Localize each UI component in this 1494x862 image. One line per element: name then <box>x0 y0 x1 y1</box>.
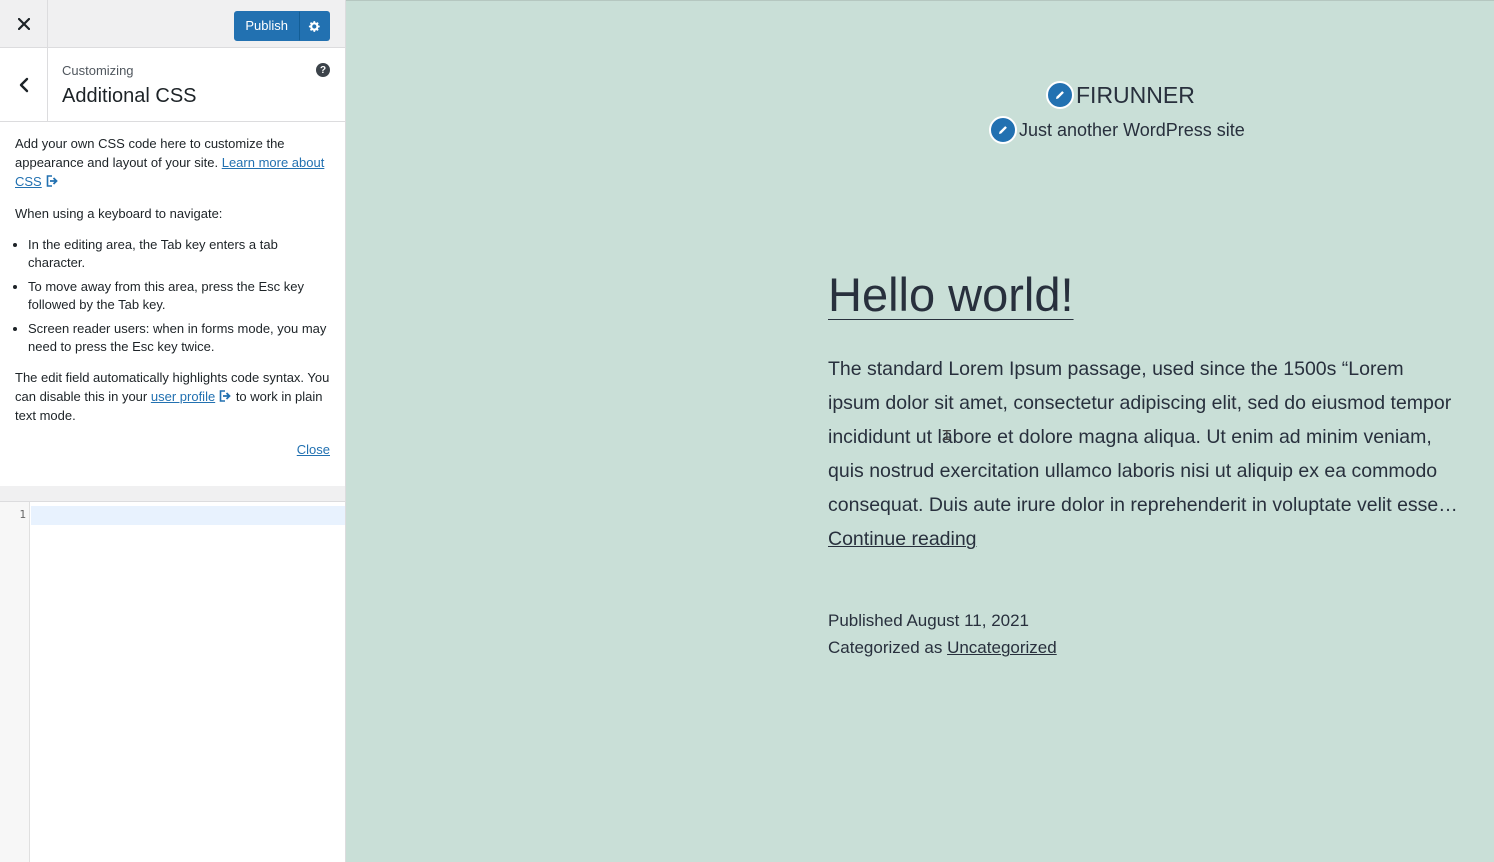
close-description-link[interactable]: Close <box>297 440 330 459</box>
continue-reading-link[interactable]: Continue reading <box>828 528 977 550</box>
keyboard-tips-list: In the editing area, the Tab key enters … <box>15 236 330 356</box>
pencil-icon <box>999 126 1007 134</box>
css-description: Add your own CSS code here to customize … <box>0 122 345 486</box>
customizer-sidebar: Publish Customizing Additional CSS ? Add… <box>0 0 346 862</box>
list-item: In the editing area, the Tab key enters … <box>28 236 330 272</box>
publish-settings-button[interactable] <box>299 11 330 41</box>
back-button[interactable] <box>0 48 48 121</box>
site-tagline: Just another WordPress site <box>1019 119 1245 140</box>
list-item: To move away from this area, press the E… <box>28 278 330 314</box>
text-cursor-icon: ⌶ <box>942 425 952 444</box>
close-customizer-button[interactable] <box>0 0 48 48</box>
css-code-input[interactable] <box>31 502 345 862</box>
external-link-icon <box>219 390 231 402</box>
intro-paragraph: Add your own CSS code here to customize … <box>15 134 330 191</box>
breadcrumb: Customizing <box>62 63 134 78</box>
publish-controls: Publish <box>234 11 330 41</box>
line-number: 1 <box>19 508 26 521</box>
syntax-paragraph: The edit field automatically highlights … <box>15 370 330 423</box>
section-header: Customizing Additional CSS ? <box>0 48 345 122</box>
section-title: Additional CSS <box>62 85 197 107</box>
close-icon <box>17 18 30 30</box>
list-item: Screen reader users: when in forms mode,… <box>28 320 330 356</box>
edit-tagline-button[interactable] <box>989 116 1017 144</box>
gear-icon <box>308 20 320 32</box>
pencil-icon <box>1056 91 1064 99</box>
post-excerpt: The standard Lorem Ipsum passage, used s… <box>828 358 1458 550</box>
customizer-header: Publish <box>0 0 345 48</box>
site-tagline-row: Just another WordPress site <box>989 116 1245 144</box>
post-categories: Categorized as Uncategorized <box>828 638 1057 657</box>
user-profile-link[interactable]: user profile <box>151 389 215 404</box>
post-title[interactable]: Hello world! <box>828 267 1074 322</box>
help-icon[interactable]: ? <box>316 63 330 77</box>
edit-site-title-button[interactable] <box>1046 81 1074 109</box>
category-link[interactable]: Uncategorized <box>947 638 1057 657</box>
publish-button[interactable]: Publish <box>234 11 299 41</box>
site-preview: FIRUNNER Just another WordPress site Hel… <box>346 0 1494 862</box>
post-meta: Published August 11, 2021 Categorized as… <box>828 607 1057 661</box>
site-title[interactable]: FIRUNNER <box>1076 82 1195 109</box>
line-number-gutter: 1 <box>0 502 30 862</box>
css-code-editor: 1 <box>0 501 345 862</box>
site-branding: FIRUNNER <box>1046 81 1195 109</box>
post-date: Published August 11, 2021 <box>828 611 1030 630</box>
chevron-left-icon <box>19 77 28 92</box>
keyboard-heading: When using a keyboard to navigate: <box>15 206 223 221</box>
external-link-icon <box>46 175 58 187</box>
